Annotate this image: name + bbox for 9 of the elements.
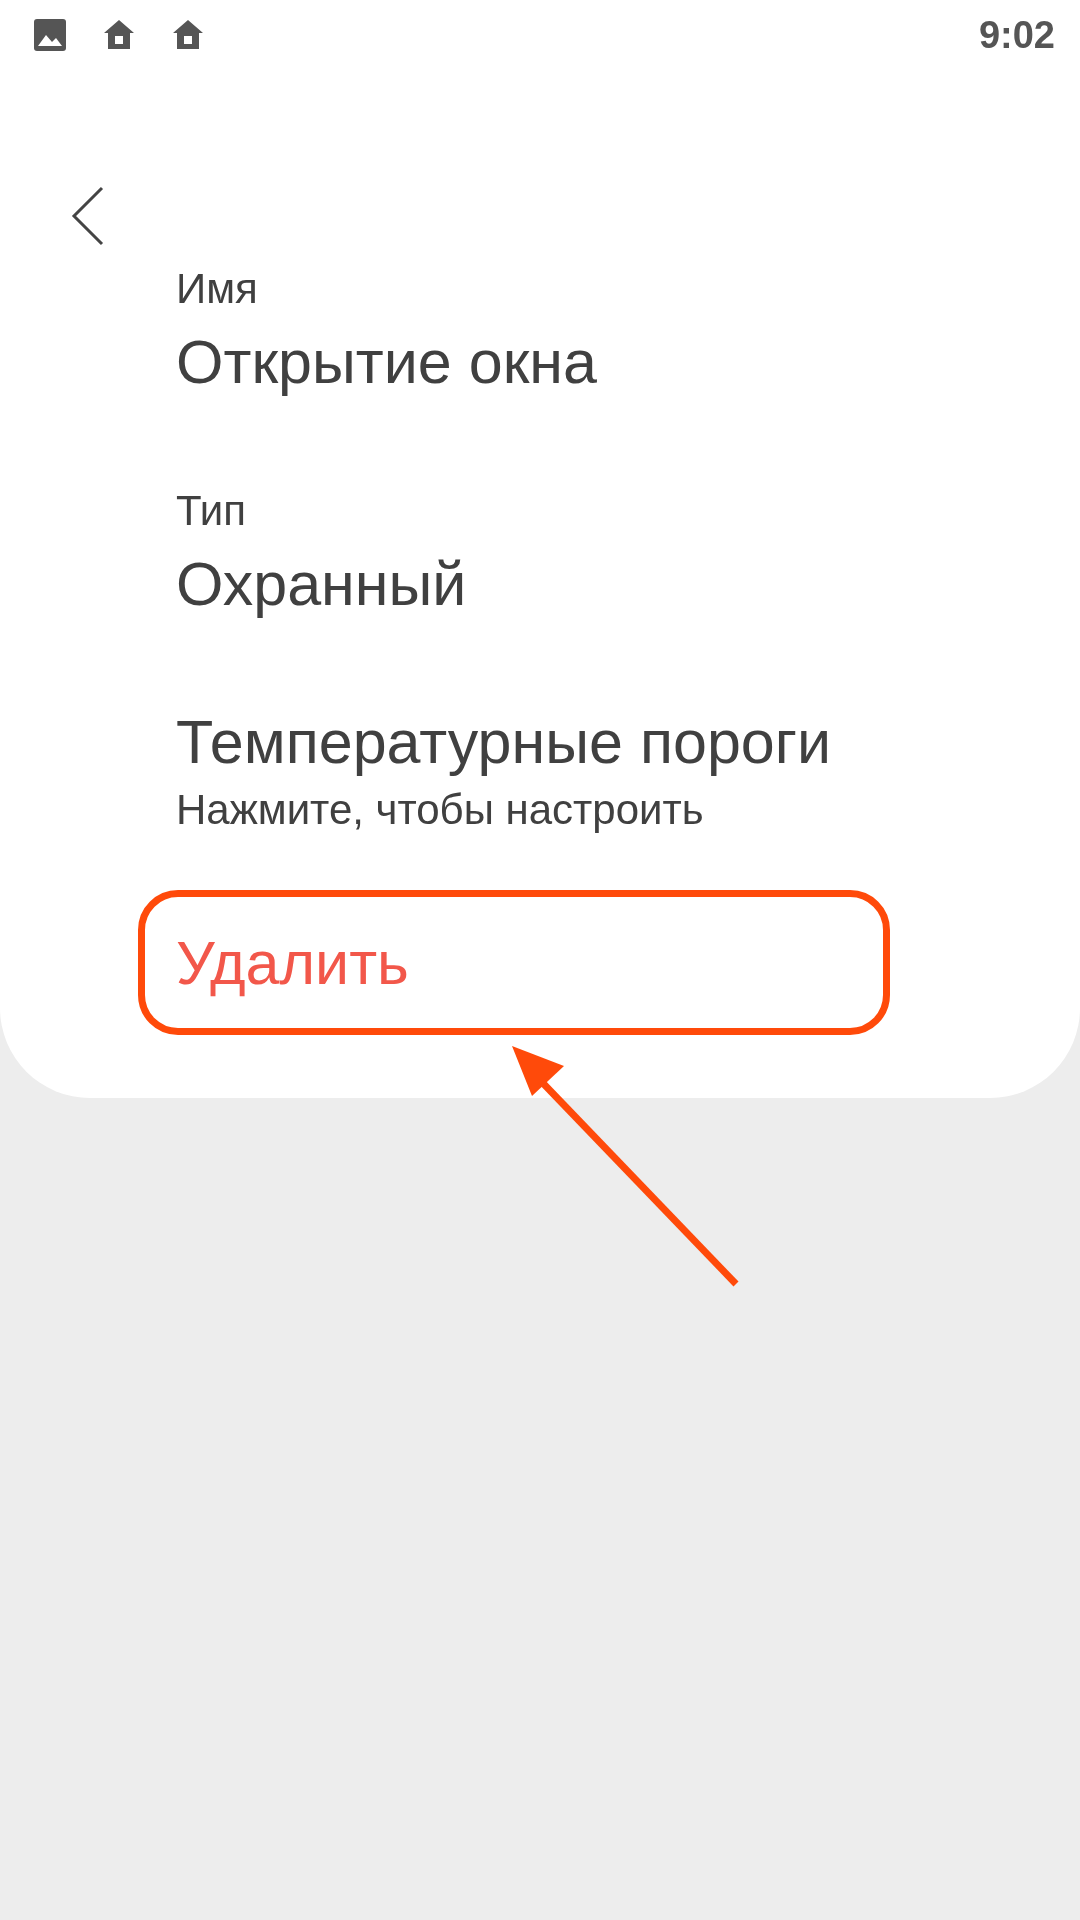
- field-value[interactable]: Охранный: [176, 552, 467, 616]
- setting-subtitle: Нажмите, чтобы настроить: [176, 787, 705, 833]
- field-label: Имя: [176, 266, 259, 312]
- back-icon[interactable]: [71, 186, 105, 246]
- setting-title[interactable]: Температурные пороги: [176, 710, 832, 774]
- field-value[interactable]: Открытие окна: [176, 330, 597, 394]
- status-time: 9:02: [978, 13, 1055, 57]
- field-label: Тип: [176, 488, 247, 534]
- image-icon: [32, 17, 68, 53]
